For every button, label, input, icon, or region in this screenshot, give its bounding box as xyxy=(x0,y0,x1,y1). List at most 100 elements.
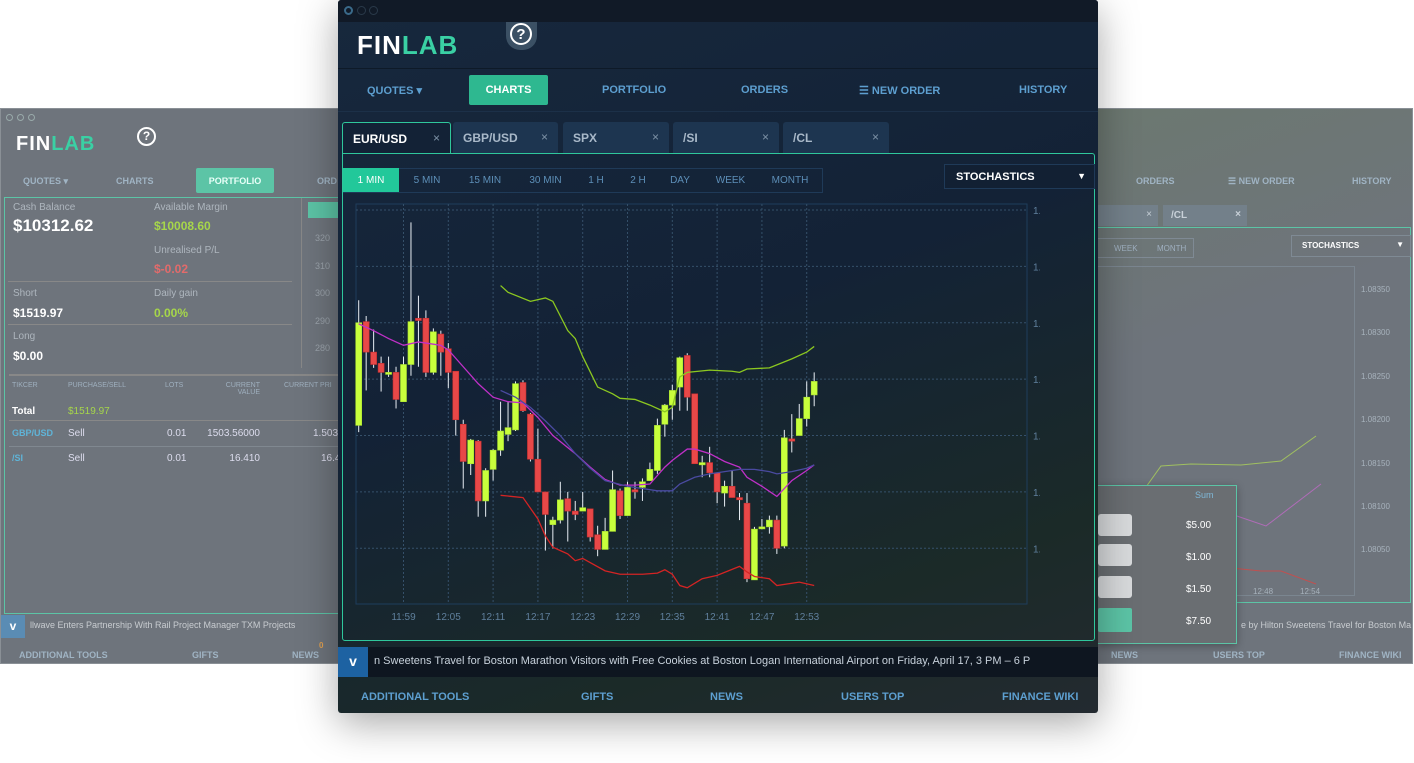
nav-users-top[interactable]: USERS TOP xyxy=(1213,650,1265,660)
nav-quotes[interactable]: QUOTES ▾ xyxy=(23,176,68,187)
help-icon[interactable]: ? xyxy=(137,127,156,146)
cash-balance-label: Cash Balance xyxy=(13,202,76,213)
tab-eur-usd[interactable]: EUR/USD × xyxy=(342,122,451,154)
timeframe-week[interactable]: WEEK xyxy=(1114,244,1138,253)
menu-icon: ☰ xyxy=(1228,176,1239,186)
window-close-icon[interactable] xyxy=(344,6,353,15)
y-tick: 1.08100 xyxy=(1361,502,1390,512)
news-ticker[interactable]: e by Hilton Sweetens Travel for Boston M… xyxy=(1241,620,1411,630)
nav-portfolio[interactable]: PORTFOLIO xyxy=(602,84,666,96)
nav-users-top[interactable]: USERS TOP xyxy=(841,691,904,703)
candle-up xyxy=(482,470,489,502)
timeframe-1-min[interactable]: 1 MIN xyxy=(343,168,399,192)
tab-spx[interactable]: SPX × xyxy=(563,122,669,153)
nav-charts[interactable]: CHARTS xyxy=(469,75,548,105)
nav-finance-wiki[interactable]: FINANCE WIKI xyxy=(1339,650,1402,660)
nav-finance-wiki[interactable]: FINANCE WIKI xyxy=(1002,691,1078,703)
candle-up xyxy=(810,381,818,396)
close-icon[interactable]: × xyxy=(762,130,769,144)
tab-gbp-usd[interactable]: GBP/USD × xyxy=(453,122,558,153)
nav-new-order[interactable]: NEW ORDER xyxy=(872,85,940,97)
nav-news[interactable]: NEWS xyxy=(292,650,319,660)
news-ticker[interactable]: llwave Enters Partnership With Rail Proj… xyxy=(30,620,295,630)
nav-orders[interactable]: ORDERS xyxy=(741,84,788,96)
close-icon[interactable]: × xyxy=(652,130,659,144)
axis-label: 310 xyxy=(315,260,331,271)
tab-si[interactable]: I× xyxy=(1091,205,1158,226)
lots-cell: 0.01 xyxy=(167,428,187,439)
chevron-down-icon[interactable]: v xyxy=(1,615,25,638)
window-dot-icon xyxy=(28,114,35,121)
value-cell: 1503.56000 xyxy=(207,428,260,439)
nav-history[interactable]: HISTORY xyxy=(1019,84,1067,96)
nav-portfolio[interactable]: PORTFOLIO xyxy=(196,168,274,193)
timeframe-2-h[interactable]: 2 H xyxy=(617,168,659,192)
tab-cl[interactable]: /CL × xyxy=(1163,205,1247,226)
sum-value: $1.00 xyxy=(1186,552,1212,563)
news-ticker[interactable]: n Sweetens Travel for Boston Marathon Vi… xyxy=(374,655,1030,667)
candle-up xyxy=(654,425,661,471)
ticker-cell[interactable]: /SI xyxy=(12,453,23,463)
timeframe-30-min[interactable]: 30 MIN xyxy=(515,168,576,192)
main-window: FINLAB ? QUOTES ▾ CHARTS PORTFOLIO ORDER… xyxy=(338,0,1098,713)
help-icon[interactable]: ? xyxy=(510,23,532,45)
indicator-select[interactable]: STOCHASTICS ▼ xyxy=(1291,235,1411,257)
candle-down xyxy=(422,317,430,373)
x-tick-label: 11:59 xyxy=(391,612,416,623)
x-tick-label: 12:29 xyxy=(615,612,640,623)
nav-additional-tools[interactable]: ADDITIONAL TOOLS xyxy=(19,650,108,660)
window-minimize-icon[interactable] xyxy=(357,6,366,15)
x-tick-label: 12:47 xyxy=(749,612,774,623)
indicator-select[interactable]: STOCHASTICS ▼ xyxy=(944,164,1095,189)
short-value: $1519.97 xyxy=(13,306,64,320)
sum-value: $1.50 xyxy=(1186,584,1212,595)
timeframe-week[interactable]: WEEK xyxy=(702,168,759,192)
y-tick-label: 1.08300 xyxy=(1033,262,1040,273)
table-row[interactable]: GBP/USD Sell 0.01 1503.56000 1.5035 xyxy=(5,426,345,448)
nav-gifts[interactable]: GIFTS xyxy=(581,691,613,703)
window-maximize-icon[interactable] xyxy=(369,6,378,15)
y-tick-label: 1.08250 xyxy=(1033,319,1040,330)
logo: FINLAB xyxy=(16,133,96,155)
chevron-down-icon[interactable]: v xyxy=(338,647,368,677)
unrealised-pl: $-0.02 xyxy=(154,262,189,276)
side-cell: Sell xyxy=(68,428,85,439)
nav-new-order[interactable]: NEW ORDER xyxy=(1239,176,1295,186)
nav-orders[interactable]: ORD xyxy=(317,176,337,186)
timeframe-5-min[interactable]: 5 MIN xyxy=(400,168,454,192)
candle-down xyxy=(773,519,781,549)
timeframe-month[interactable]: MONTH xyxy=(759,168,821,192)
table-row[interactable]: /SI Sell 0.01 16.410 16.41 xyxy=(5,451,346,473)
timeframe-month[interactable]: MONTH xyxy=(1157,244,1186,253)
tab-cl[interactable]: /CL × xyxy=(783,122,889,153)
nav-history[interactable]: HISTORY xyxy=(1352,176,1392,186)
timeframe-day[interactable]: DAY xyxy=(659,168,701,192)
candle-up xyxy=(400,364,407,403)
news-ticker-bar: n Sweetens Travel for Boston Marathon Vi… xyxy=(368,647,1098,677)
nav-charts[interactable]: CHARTS xyxy=(116,176,154,186)
confirm-button[interactable] xyxy=(1098,608,1132,632)
nav-quotes[interactable]: QUOTES ▾ xyxy=(367,84,422,97)
help-tab[interactable]: ? xyxy=(506,22,537,50)
lots-cell: 0.01 xyxy=(167,453,187,464)
nav-news[interactable]: NEWS xyxy=(1111,650,1138,660)
timeframe-15-min[interactable]: 15 MIN xyxy=(456,168,514,192)
daily-gain-label: Daily gain xyxy=(154,288,198,299)
candle-down xyxy=(706,462,713,474)
ticker-cell[interactable]: GBP/USD xyxy=(12,428,53,438)
dropdown[interactable] xyxy=(1098,514,1132,536)
nav-additional-tools[interactable]: ADDITIONAL TOOLS xyxy=(361,691,469,703)
close-icon[interactable]: × xyxy=(541,130,548,144)
close-icon[interactable]: × xyxy=(872,130,879,144)
candle-up xyxy=(758,526,766,530)
timeframe-1-h[interactable]: 1 H xyxy=(576,168,616,192)
tab-si[interactable]: /SI × xyxy=(673,122,779,153)
close-icon[interactable]: × xyxy=(433,131,440,145)
nav-news[interactable]: NEWS xyxy=(710,691,743,703)
dropdown[interactable] xyxy=(1098,544,1132,566)
dropdown[interactable] xyxy=(1098,576,1132,598)
col-header: PURCHASE/SELL xyxy=(68,382,126,389)
x-tick-label: 12:35 xyxy=(660,612,685,623)
nav-orders[interactable]: ORDERS xyxy=(1136,176,1175,186)
nav-gifts[interactable]: GIFTS xyxy=(192,650,219,660)
